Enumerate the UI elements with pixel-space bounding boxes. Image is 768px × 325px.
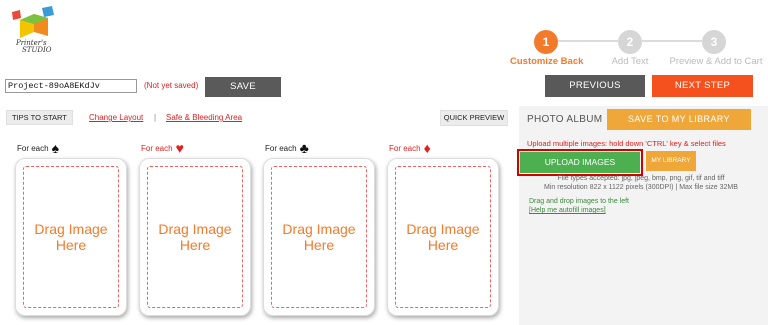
upload-hint: Upload multiple images: hold down 'CTRL'… — [527, 139, 726, 148]
step-indicator: 1 2 3 Customize Back Add Text Preview & … — [500, 30, 768, 70]
card-title-hearts: For each ♥ — [141, 140, 184, 156]
club-icon: ♣ — [299, 140, 309, 156]
step-1-label[interactable]: Customize Back — [510, 56, 583, 67]
photo-album-title: PHOTO ALBUM — [527, 114, 603, 125]
step-connector — [642, 40, 702, 42]
drag-image-label: Drag Image — [34, 221, 108, 237]
safe-bleeding-area-link[interactable]: Safe & Bleeding Area — [166, 113, 242, 122]
file-types-info: File types accepted: jpg, jpeg, bmp, png… — [557, 175, 725, 182]
drag-image-label: Drag Image — [158, 221, 232, 237]
previous-button[interactable]: PREVIOUS — [545, 75, 645, 97]
change-layout-link[interactable]: Change Layout — [89, 113, 143, 122]
card-title-label: For each — [17, 144, 49, 153]
drag-image-label: Drag Image — [282, 221, 356, 237]
card-drop-zone-diamonds[interactable]: Drag Image Here — [387, 158, 499, 316]
step-2-label[interactable]: Add Text — [600, 56, 660, 67]
drag-image-label: Drag Image — [406, 221, 480, 237]
project-name-input[interactable] — [5, 79, 137, 93]
logo-text-line2: STUDIO — [22, 46, 52, 54]
step-2-circle[interactable]: 2 — [618, 30, 642, 54]
spade-icon: ♠ — [51, 140, 60, 156]
save-button[interactable]: SAVE — [205, 77, 281, 97]
card-title-label: For each — [141, 144, 173, 153]
min-resolution-info: Min resolution 822 x 1122 pixels (300DPI… — [544, 184, 738, 191]
drag-image-label: Here — [303, 237, 335, 253]
step-3-circle[interactable]: 3 — [702, 30, 726, 54]
drag-image-label: Here — [179, 237, 211, 253]
card-title-spades: For each ♠ — [17, 140, 59, 156]
heart-icon: ♥ — [175, 140, 184, 156]
step-connector — [558, 40, 618, 42]
upload-images-button[interactable]: UPLOAD IMAGES — [520, 152, 640, 173]
diamond-icon: ♦ — [423, 140, 431, 156]
save-status: (Not yet saved) — [144, 81, 199, 90]
step-1-circle[interactable]: 1 — [534, 30, 558, 54]
card-title-label: For each — [389, 144, 421, 153]
next-step-button[interactable]: NEXT STEP — [652, 75, 753, 97]
card-drop-zone-spades[interactable]: Drag Image Here — [15, 158, 127, 316]
link-separator: | — [154, 113, 157, 122]
quick-preview-button[interactable]: QUICK PREVIEW — [440, 110, 508, 126]
drag-drop-hint: Drag and drop images to the left — [529, 198, 630, 205]
card-title-clubs: For each ♣ — [265, 140, 309, 156]
my-library-button[interactable]: MY LIBRARY — [646, 151, 696, 171]
card-drop-zone-hearts[interactable]: Drag Image Here — [139, 158, 251, 316]
step-3-label[interactable]: Preview & Add to Cart — [668, 56, 764, 67]
autofill-help-link[interactable]: [Help me autofill images] — [529, 207, 606, 214]
card-drop-zone-clubs[interactable]: Drag Image Here — [263, 158, 375, 316]
drag-image-label: Here — [427, 237, 459, 253]
card-title-label: For each — [265, 144, 297, 153]
tips-to-start-button[interactable]: TIPS TO START — [6, 110, 73, 125]
save-to-library-button[interactable]: SAVE TO MY LIBRARY — [607, 109, 751, 130]
drag-image-label: Here — [55, 237, 87, 253]
card-title-diamonds: For each ♦ — [389, 140, 431, 156]
